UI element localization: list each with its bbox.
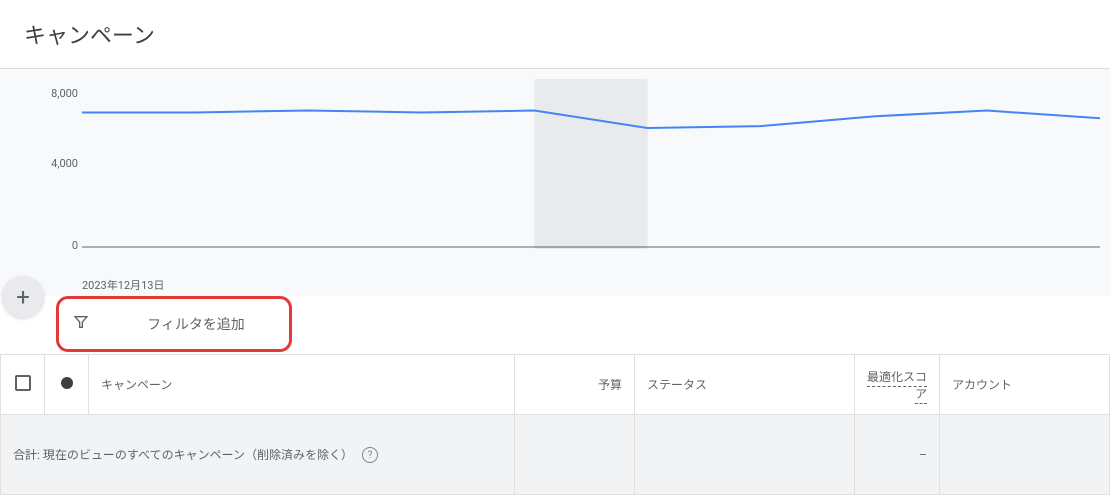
add-button[interactable]: +: [2, 276, 44, 318]
summary-budget-cell: [515, 415, 635, 495]
page-title: キャンペーン: [24, 18, 155, 50]
plus-icon: +: [16, 283, 30, 311]
campaigns-table: キャンペーン 予算 ステータス 最適化スコア アカウント 合計: 現在のビューの…: [0, 354, 1110, 495]
summary-label-cell: 合計: 現在のビューのすべてのキャンペーン（削除済みを除く） ?: [1, 415, 515, 495]
add-filter-button[interactable]: フィルタを追加: [56, 296, 292, 352]
account-column-header[interactable]: アカウント: [940, 355, 1110, 415]
checkbox-icon: [15, 375, 31, 391]
filter-icon: [73, 314, 89, 334]
help-icon[interactable]: ?: [362, 447, 378, 463]
summary-account-cell: [940, 415, 1110, 495]
page-header: キャンペーン: [0, 0, 1110, 69]
status-column-header[interactable]: ステータス: [635, 355, 855, 415]
campaign-column-header[interactable]: キャンペーン: [89, 355, 515, 415]
summary-optscore-cell: –: [855, 415, 940, 495]
filter-bar: フィルタを追加: [50, 296, 1110, 354]
status-indicator-header[interactable]: [45, 355, 89, 415]
summary-status-cell: [635, 415, 855, 495]
status-dot-icon: [61, 377, 73, 389]
line-chart[interactable]: «««««: [40, 79, 1100, 249]
select-all-cell[interactable]: [1, 355, 45, 415]
table-header-row: キャンペーン 予算 ステータス 最適化スコア アカウント: [1, 355, 1110, 415]
x-axis-start-label: 2023年12月13日: [82, 277, 164, 293]
budget-column-header[interactable]: 予算: [515, 355, 635, 415]
filter-label: フィルタを追加: [117, 314, 275, 334]
summary-row: 合計: 現在のビューのすべてのキャンペーン（削除済みを除く） ? –: [1, 415, 1110, 495]
chart-area: 8,000 4,000 0 ««««« 2023年12月13日: [0, 69, 1110, 296]
optscore-column-header[interactable]: 最適化スコア: [855, 355, 940, 415]
